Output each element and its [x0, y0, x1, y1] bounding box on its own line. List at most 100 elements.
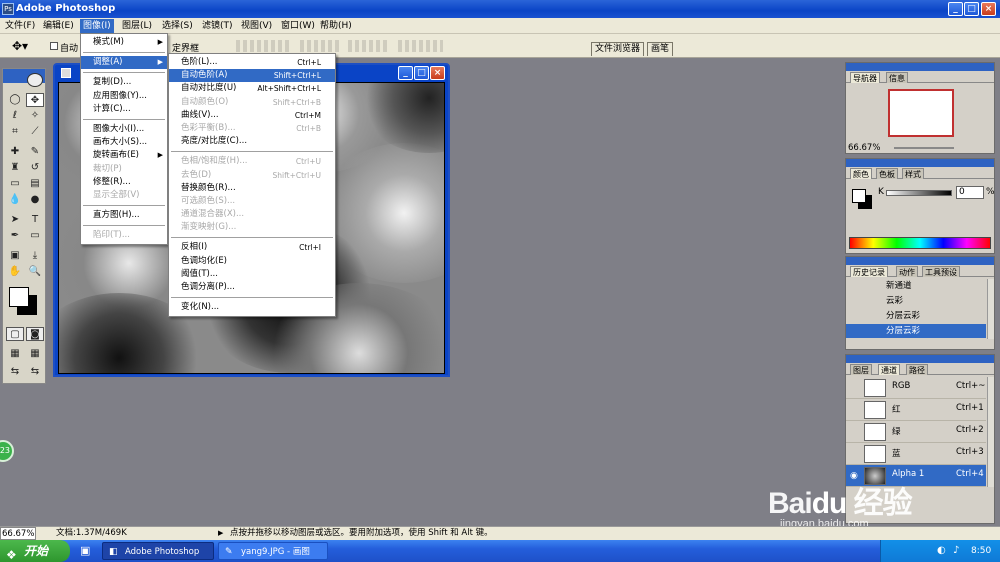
menu-layer[interactable]: 图层(L): [119, 19, 155, 33]
clone-stamp-icon[interactable]: ♜: [6, 161, 24, 175]
task-photoshop[interactable]: ◧ Adobe Photoshop: [102, 542, 214, 560]
history-item-selected[interactable]: 分层云彩: [846, 324, 986, 338]
menu-item-auto-contrast[interactable]: 自动对比度(U) Alt+Shift+Ctrl+L: [169, 82, 335, 95]
screen-mode-icon[interactable]: ▦: [6, 347, 24, 361]
doc-minimize-button[interactable]: _: [398, 66, 413, 80]
move-tool-icon[interactable]: ✥: [26, 93, 44, 107]
menu-item-variations[interactable]: 变化(N)...: [169, 301, 335, 314]
tab-styles[interactable]: 样式: [902, 168, 924, 179]
pen-tool-icon[interactable]: ✒: [6, 229, 24, 243]
shape-tool-icon[interactable]: ▭: [26, 229, 44, 243]
menu-item-canvas-size[interactable]: 画布大小(S)...: [81, 136, 167, 149]
jump-to-imageready-icon[interactable]: ⇆: [6, 365, 24, 379]
gradient-tool-icon[interactable]: ▤: [26, 177, 44, 191]
menu-item-image-size[interactable]: 图像大小(I)...: [81, 123, 167, 136]
menu-item-calculations[interactable]: 计算(C)...: [81, 103, 167, 116]
menu-image[interactable]: 图像(I): [80, 19, 114, 33]
zoom-tool-icon[interactable]: 🔍: [26, 265, 44, 279]
notification-badge[interactable]: 23: [0, 440, 14, 462]
tab-navigator[interactable]: 导航器: [850, 72, 880, 83]
align-icons[interactable]: [300, 40, 340, 52]
tab-file-browser[interactable]: 文件浏览器: [591, 42, 645, 56]
channel-row[interactable]: 红 Ctrl+1: [846, 399, 986, 421]
eraser-tool-icon[interactable]: ▭: [6, 177, 24, 191]
menu-item-rotate-canvas[interactable]: 旋转画布(E) ▶: [81, 149, 167, 162]
quick-mask-icon[interactable]: ◙: [26, 327, 44, 341]
lasso-tool-icon[interactable]: ℓ: [6, 109, 24, 123]
minimize-button[interactable]: _: [948, 2, 963, 16]
distribute-icons[interactable]: [398, 40, 443, 52]
doc-close-button[interactable]: ×: [430, 66, 445, 80]
menu-item-invert[interactable]: 反相(I) Ctrl+I: [169, 241, 335, 254]
history-brush-icon[interactable]: ↺: [26, 161, 44, 175]
menu-file[interactable]: 文件(F): [2, 19, 38, 33]
task-paint[interactable]: ✎ yang9.JPG - 画图: [218, 542, 328, 560]
eyedropper-icon[interactable]: ⤓: [26, 249, 44, 263]
color-ramp[interactable]: [849, 237, 991, 249]
menu-item-curves[interactable]: 曲线(V)... Ctrl+M: [169, 109, 335, 122]
menu-item-equalize[interactable]: 色调均化(E): [169, 255, 335, 268]
tab-history[interactable]: 历史记录: [850, 266, 888, 277]
fg-color-chip[interactable]: [852, 189, 866, 203]
status-zoom[interactable]: 66.67%: [0, 527, 36, 540]
screen-mode-icon[interactable]: ▦: [26, 347, 44, 361]
brush-tool-icon[interactable]: ✎: [26, 145, 44, 159]
channels-scrollbar[interactable]: [987, 377, 994, 487]
dodge-tool-icon[interactable]: ●: [26, 193, 44, 207]
history-item[interactable]: 新通道: [846, 279, 986, 293]
history-scrollbar[interactable]: [987, 279, 994, 339]
menu-edit[interactable]: 编辑(E): [40, 19, 77, 33]
tab-channels[interactable]: 通道: [878, 364, 900, 375]
jump-to-imageready-icon[interactable]: ⇆: [26, 365, 44, 379]
menu-item-histogram[interactable]: 直方图(H)...: [81, 209, 167, 222]
close-button[interactable]: ×: [981, 2, 996, 16]
tab-color[interactable]: 颜色: [850, 168, 872, 179]
navigator-zoom[interactable]: 66.67%: [848, 143, 880, 153]
channel-row[interactable]: 绿 Ctrl+2: [846, 421, 986, 443]
k-slider[interactable]: [886, 190, 952, 196]
blur-tool-icon[interactable]: 💧: [6, 193, 24, 207]
healing-brush-icon[interactable]: ✚: [6, 145, 24, 159]
menu-help[interactable]: 帮助(H): [317, 19, 355, 33]
path-select-icon[interactable]: ➤: [6, 213, 24, 227]
show-desktop-icon[interactable]: ▣: [80, 544, 90, 557]
distribute-icons[interactable]: [348, 40, 388, 52]
menu-item-mode[interactable]: 模式(M) ▶: [81, 36, 167, 49]
crop-tool-icon[interactable]: ⌗: [6, 125, 24, 139]
volume-icon[interactable]: ♪: [953, 540, 959, 562]
channel-row[interactable]: RGB Ctrl+~: [846, 377, 986, 399]
magic-wand-icon[interactable]: ✧: [26, 109, 44, 123]
standard-mode-icon[interactable]: ▢: [6, 327, 24, 341]
hand-tool-icon[interactable]: ✋: [6, 265, 24, 279]
tab-layers[interactable]: 图层: [850, 364, 872, 375]
menu-select[interactable]: 选择(S): [159, 19, 196, 33]
tab-tool-presets[interactable]: 工具预设: [922, 266, 960, 277]
menu-item-replace-color[interactable]: 替换颜色(R)...: [169, 182, 335, 195]
tab-swatches[interactable]: 色板: [876, 168, 898, 179]
menu-item-adjust[interactable]: 调整(A) ▶: [81, 56, 167, 70]
menu-item-apply-image[interactable]: 应用图像(Y)...: [81, 90, 167, 103]
menu-filter[interactable]: 滤镜(T): [199, 19, 236, 33]
channel-row[interactable]: 蓝 Ctrl+3: [846, 443, 986, 465]
type-tool-icon[interactable]: T: [26, 213, 44, 227]
k-value-field[interactable]: 0: [956, 186, 984, 199]
notes-tool-icon[interactable]: ▣: [6, 249, 24, 263]
navigator-thumbnail[interactable]: [888, 89, 954, 137]
menu-item-levels[interactable]: 色阶(L)... Ctrl+L: [169, 56, 335, 69]
tab-brushes[interactable]: 画笔: [647, 42, 674, 56]
clock[interactable]: 8:50: [971, 540, 991, 562]
menu-item-threshold[interactable]: 阈值(T)...: [169, 268, 335, 281]
menu-window[interactable]: 窗口(W): [278, 19, 318, 33]
tab-info[interactable]: 信息: [886, 72, 908, 83]
tab-paths[interactable]: 路径: [906, 364, 928, 375]
zoom-slider[interactable]: [894, 147, 954, 149]
status-arrow-icon[interactable]: ▶: [218, 527, 223, 540]
menu-item-duplicate[interactable]: 复制(D)...: [81, 76, 167, 89]
network-icon[interactable]: ◐: [937, 540, 946, 562]
adobe-online-icon[interactable]: [27, 73, 43, 87]
menu-item-trim[interactable]: 修整(R)...: [81, 176, 167, 189]
align-icons[interactable]: [236, 40, 292, 52]
maximize-button[interactable]: □: [964, 2, 979, 16]
history-item[interactable]: 云彩: [846, 294, 986, 308]
menu-view[interactable]: 视图(V): [238, 19, 275, 33]
